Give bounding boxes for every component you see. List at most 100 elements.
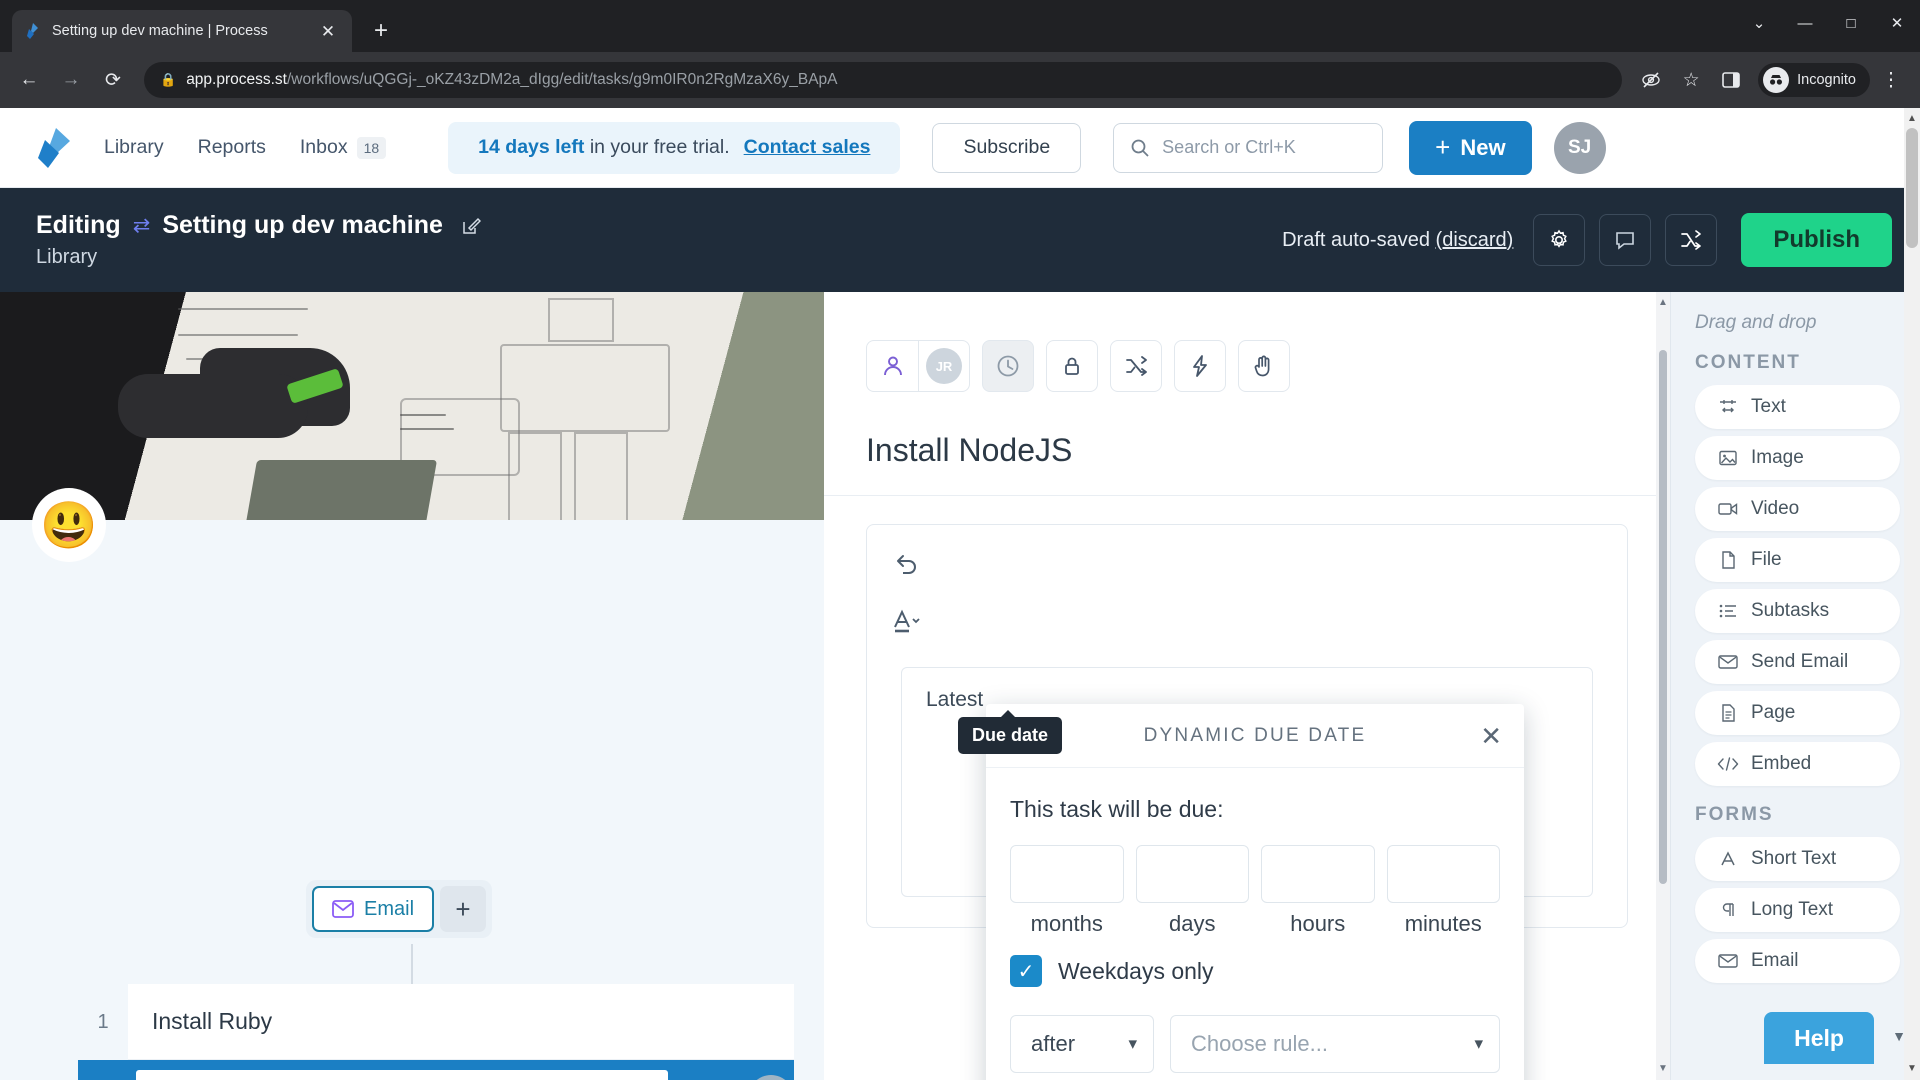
video-icon: [1717, 501, 1739, 517]
browser-tab[interactable]: Setting up dev machine | Process ✕: [12, 10, 352, 52]
close-icon[interactable]: ✕: [316, 19, 340, 43]
close-icon[interactable]: ✕: [1874, 0, 1920, 46]
scroll-up-icon[interactable]: ▲: [1904, 110, 1920, 128]
dynamic-due-date-modal: DYNAMIC DUE DATE ✕ This task will be due…: [986, 704, 1524, 1080]
widget-email[interactable]: Email: [1695, 939, 1900, 983]
approval-button[interactable]: [1238, 340, 1290, 392]
scroll-up-icon[interactable]: ▲: [1656, 294, 1670, 312]
search-icon: [1130, 138, 1150, 158]
task-toolbar: JR: [824, 292, 1670, 392]
widget-subtasks[interactable]: Subtasks: [1695, 589, 1900, 633]
widget-video[interactable]: Video: [1695, 487, 1900, 531]
task-list-panel: 😃 Email + 1 Install Ruby: [0, 292, 824, 1080]
swap-icon: ⇄: [132, 214, 151, 237]
widget-page[interactable]: Page: [1695, 691, 1900, 735]
plus-icon: +: [1435, 132, 1451, 162]
minutes-label: minutes: [1404, 911, 1482, 936]
scroll-down-icon[interactable]: ▼: [1904, 1060, 1920, 1078]
cover-emoji[interactable]: 😃: [32, 488, 106, 562]
widget-file[interactable]: File: [1695, 538, 1900, 582]
conditional-logic-button[interactable]: [1665, 214, 1718, 266]
close-icon[interactable]: ✕: [1480, 723, 1502, 749]
widget-image[interactable]: Image: [1695, 436, 1900, 480]
url-path: /workflows/uQGGj-_oKZ43zDM2a_dIgg/edit/t…: [287, 71, 838, 88]
maximize-icon[interactable]: □: [1828, 0, 1874, 46]
help-button[interactable]: Help: [1764, 1012, 1874, 1064]
weekdays-only-row[interactable]: ✓ Weekdays only: [1010, 955, 1500, 987]
pencil-square-icon[interactable]: [461, 216, 481, 236]
hours-input[interactable]: [1261, 845, 1375, 903]
draft-status: Draft auto-saved (discard): [1282, 229, 1513, 252]
undo-icon[interactable]: [891, 549, 1627, 579]
scrollbar-thumb[interactable]: [1659, 350, 1667, 884]
drag-and-drop-hint: Drag and drop: [1695, 312, 1817, 333]
font-color-icon[interactable]: [891, 607, 1627, 637]
avatar[interactable]: SJ: [1553, 121, 1606, 174]
weekdays-only-checkbox[interactable]: ✓: [1010, 955, 1042, 987]
contact-sales-link[interactable]: Contact sales: [744, 136, 871, 159]
stop-task-button[interactable]: [1046, 340, 1098, 392]
task-title[interactable]: Install Ruby: [128, 984, 794, 1060]
assign-task-button[interactable]: [866, 340, 918, 392]
search-placeholder: Search or Ctrl+K: [1162, 137, 1296, 157]
three-dots-vertical-icon[interactable]: ⋮: [1872, 61, 1910, 99]
duration-inputs: months days hours minutes: [1010, 845, 1500, 937]
months-input[interactable]: [1010, 845, 1124, 903]
publish-button[interactable]: Publish: [1741, 213, 1892, 267]
minimize-icon[interactable]: —: [1782, 0, 1828, 46]
task-row-2[interactable]: 2 Install NodeJS ••• JR: [78, 1060, 794, 1080]
tab-email[interactable]: Email: [312, 886, 435, 932]
widget-embed[interactable]: Embed: [1695, 742, 1900, 786]
widget-short-text[interactable]: Short Text: [1695, 837, 1900, 881]
task-title-input[interactable]: Install NodeJS: [136, 1070, 669, 1080]
relation-select[interactable]: after ▾: [1010, 1015, 1154, 1073]
minutes-input[interactable]: [1386, 845, 1500, 903]
page-icon: [1717, 704, 1739, 722]
eye-slash-icon[interactable]: [1632, 61, 1670, 99]
scrollbar-thumb[interactable]: [1906, 128, 1918, 248]
task-detail-title[interactable]: Install NodeJS: [866, 432, 1670, 469]
comments-button[interactable]: [1599, 214, 1652, 266]
automation-button[interactable]: [1174, 340, 1226, 392]
add-widget-button[interactable]: +: [440, 886, 487, 932]
widget-long-text[interactable]: Long Text: [1695, 888, 1900, 932]
search-input[interactable]: Search or Ctrl+K: [1113, 122, 1384, 173]
chevron-down-icon: ▾: [1128, 1034, 1137, 1053]
task-assignee-avatar[interactable]: JR: [748, 1075, 794, 1080]
process-st-logo-icon[interactable]: [30, 126, 82, 170]
assignee-avatar-button[interactable]: JR: [918, 340, 970, 392]
middle-scrollbar[interactable]: ▲ ▼: [1656, 292, 1670, 1080]
page-scrollbar[interactable]: ▲ ▼: [1904, 108, 1920, 1080]
discard-draft-link[interactable]: (discard): [1436, 229, 1514, 251]
chevron-down-icon[interactable]: ⌄: [1736, 0, 1782, 46]
sidebar-item-library[interactable]: Library: [104, 136, 164, 159]
settings-gear-button[interactable]: [1533, 214, 1586, 266]
rule-select[interactable]: Choose rule... ▾: [1170, 1015, 1500, 1073]
file-icon: [1717, 551, 1739, 569]
sidebar-item-reports[interactable]: Reports: [198, 136, 266, 159]
conditional-logic-button[interactable]: [1110, 340, 1162, 392]
incognito-profile-button[interactable]: Incognito: [1758, 63, 1870, 97]
paragraph-icon: [1717, 902, 1739, 918]
scroll-down-icon[interactable]: ▼: [1656, 1060, 1670, 1078]
task-row-1[interactable]: 1 Install Ruby: [78, 984, 794, 1060]
address-bar[interactable]: 🔒 app.process.st/workflows/uQGGj-_oKZ43z…: [144, 62, 1623, 98]
widget-label: Send Email: [1751, 651, 1849, 672]
side-panel-icon[interactable]: [1712, 61, 1750, 99]
due-date-button[interactable]: [982, 340, 1034, 392]
star-icon[interactable]: ☆: [1672, 61, 1710, 99]
text-icon: [1717, 399, 1739, 415]
forward-arrow-icon[interactable]: →: [52, 61, 90, 99]
widget-send-email[interactable]: Send Email: [1695, 640, 1900, 684]
new-tab-button[interactable]: +: [364, 14, 398, 48]
subscribe-button[interactable]: Subscribe: [932, 122, 1082, 173]
days-unit: days: [1135, 845, 1249, 937]
widget-text[interactable]: Text: [1695, 385, 1900, 429]
back-arrow-icon[interactable]: ←: [10, 61, 48, 99]
breadcrumb[interactable]: Library: [36, 246, 481, 269]
days-input[interactable]: [1135, 845, 1249, 903]
reload-icon[interactable]: ⟳: [94, 61, 132, 99]
new-button[interactable]: + New: [1409, 120, 1532, 175]
trial-text: 14 days left in your free trial.: [478, 136, 729, 159]
sidebar-item-inbox[interactable]: Inbox 18: [300, 136, 387, 159]
